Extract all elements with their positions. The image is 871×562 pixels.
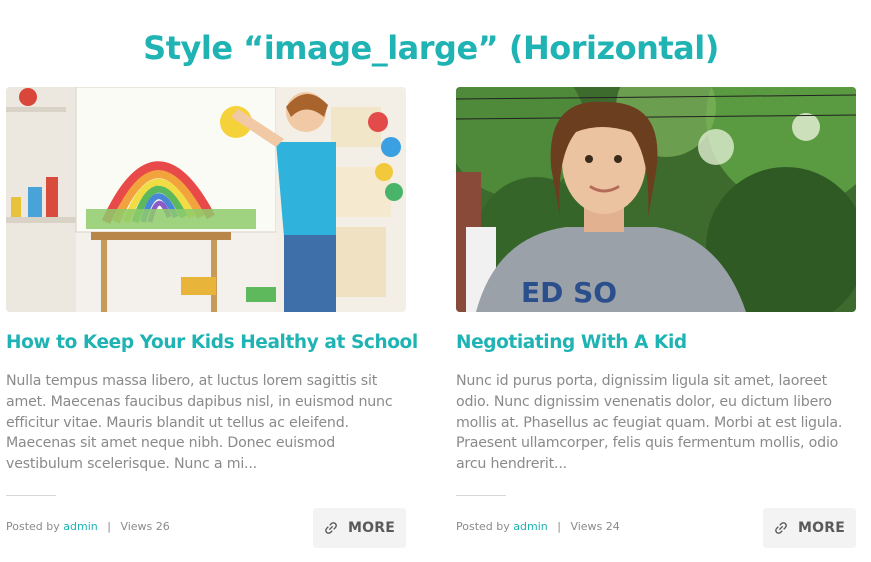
more-button-label: MORE bbox=[348, 520, 395, 536]
author-link[interactable]: admin bbox=[63, 520, 97, 533]
link-icon bbox=[775, 522, 787, 534]
views-count: Views 24 bbox=[570, 520, 620, 533]
kid-painting-image bbox=[6, 87, 406, 312]
divider bbox=[456, 495, 506, 496]
post-card: ED SO Negotiating With A Kid Nunc id pur… bbox=[456, 87, 856, 548]
post-meta: Posted by admin | Views 24 bbox=[456, 520, 620, 533]
author-link[interactable]: admin bbox=[513, 520, 547, 533]
post-meta: Posted by admin | Views 26 bbox=[6, 520, 170, 533]
more-button[interactable]: MORE bbox=[313, 508, 406, 548]
post-title[interactable]: How to Keep Your Kids Healthy at School bbox=[6, 332, 418, 353]
meta-separator: | bbox=[107, 520, 111, 533]
meta-separator: | bbox=[557, 520, 561, 533]
page-heading: Style “image_large” (Horizontal) bbox=[143, 29, 719, 68]
post-excerpt: Nulla tempus massa libero, at luctus lor… bbox=[6, 373, 393, 473]
post-thumbnail[interactable]: ED SO bbox=[456, 87, 856, 312]
post-thumbnail[interactable] bbox=[6, 87, 406, 312]
posted-by-label: Posted by bbox=[456, 520, 510, 533]
link-icon bbox=[325, 522, 337, 534]
smiling-boy-image: ED SO bbox=[456, 87, 856, 312]
post-card: How to Keep Your Kids Healthy at School … bbox=[6, 87, 418, 548]
more-button-label: MORE bbox=[798, 520, 845, 536]
post-excerpt: Nunc id purus porta, dignissim ligula si… bbox=[456, 373, 843, 473]
more-button[interactable]: MORE bbox=[763, 508, 856, 548]
posted-by-label: Posted by bbox=[6, 520, 60, 533]
post-title[interactable]: Negotiating With A Kid bbox=[456, 332, 687, 353]
divider bbox=[6, 495, 56, 496]
svg-text:ED SO: ED SO bbox=[521, 276, 617, 309]
views-count: Views 26 bbox=[120, 520, 170, 533]
